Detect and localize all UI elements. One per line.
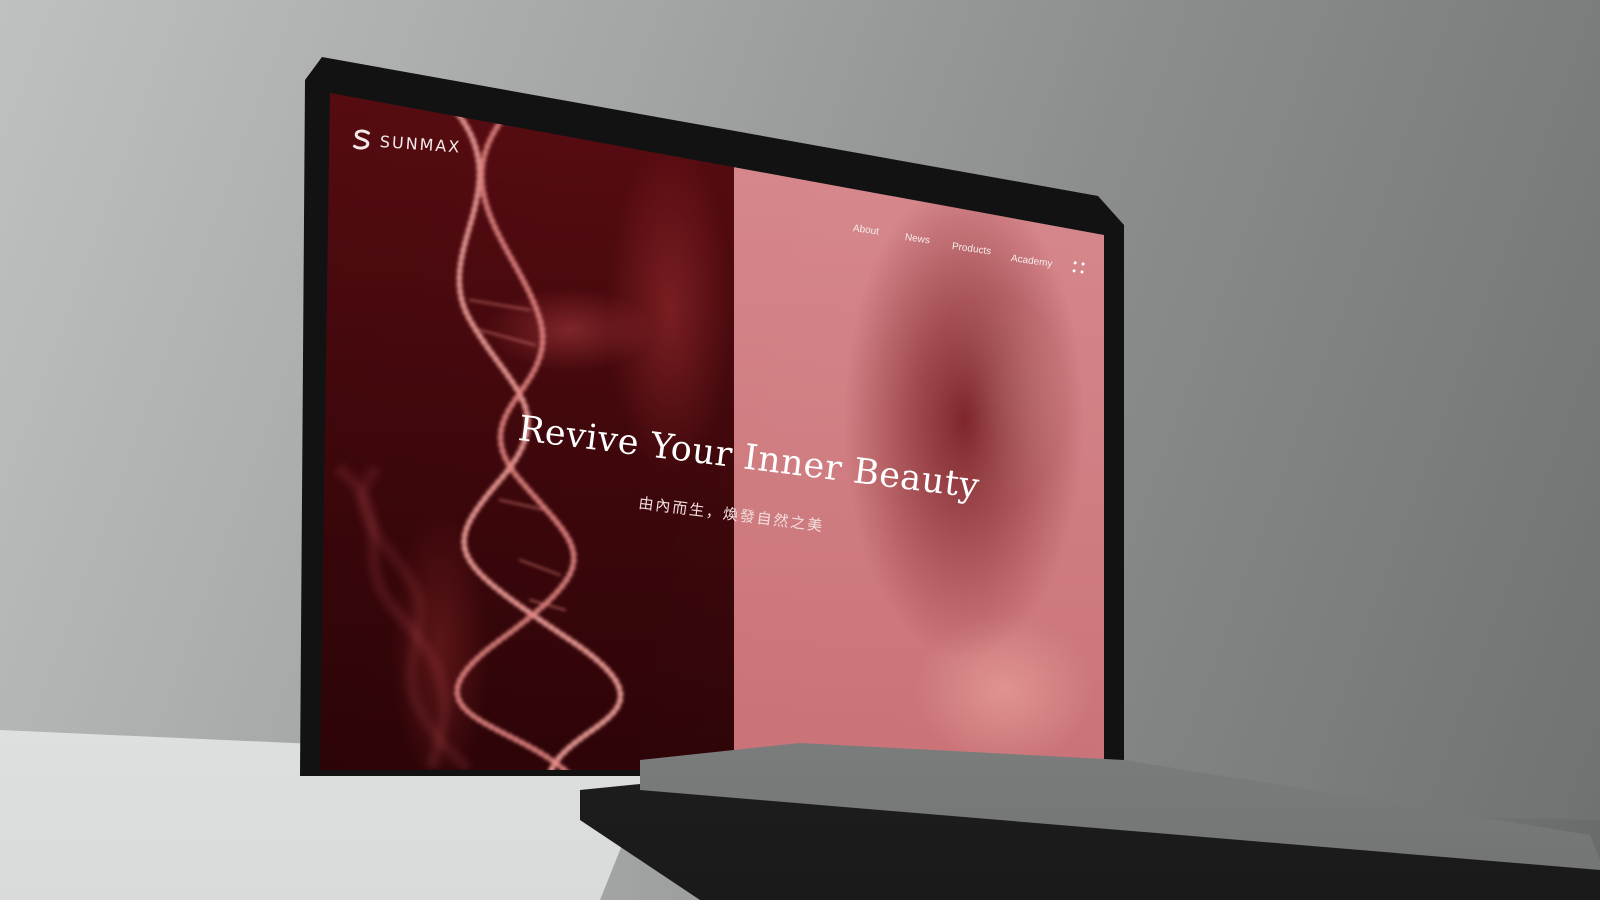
menu-dot: [1081, 262, 1085, 266]
brand-name: SUNMAX: [379, 131, 462, 157]
mockup-stage: SUNMAX About News Products Academy Reviv…: [0, 0, 1600, 900]
menu-dot: [1072, 269, 1076, 273]
menu-dot: [1080, 270, 1084, 274]
s-logo-icon: [353, 129, 370, 150]
menu-dot: [1073, 261, 1077, 265]
grid-menu-icon[interactable]: [1072, 261, 1086, 275]
